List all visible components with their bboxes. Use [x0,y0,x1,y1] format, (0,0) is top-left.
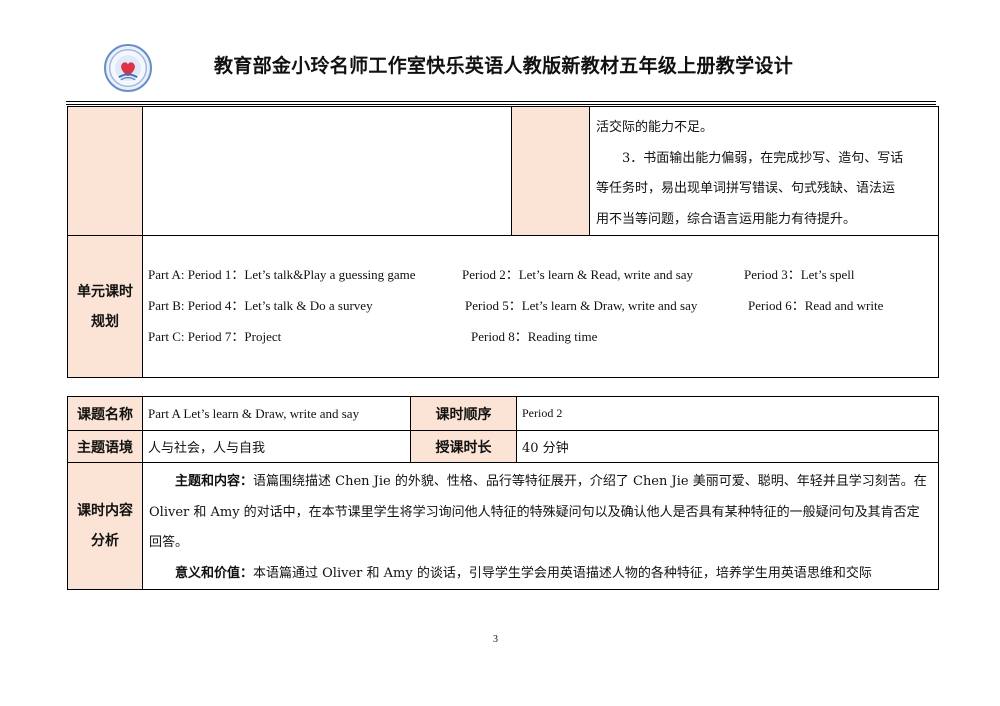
period-8: Period 8：Reading time [471,328,598,344]
page-header: 教育部金小玲名师工作室快乐英语人教版新教材五年级上册教学设计 [0,0,1000,100]
unit-plan-label-line: 单元课时 [77,283,133,300]
theme-row: 主题语境 人与社会，人与自我 授课时长 40 分钟 [67,430,939,463]
continuation-label-cell [67,106,143,236]
period-7: Part C: Period 7：Project [148,328,282,344]
analysis-body: 主题和内容：语篇围绕描述 Chen Jie 的外貌、性格、品行等特征展开，介绍了… [142,462,939,590]
unit-plan-label-line: 规划 [91,313,119,330]
analysis-row: 课时内容 分析 主题和内容：语篇围绕描述 Chen Jie 的外貌、性格、品行等… [67,462,939,590]
order-value: Period 2 [516,396,939,431]
duration-label: 授课时长 [410,430,517,463]
continuation-line: 3．书面输出能力偏弱，在完成抄写、造句、写话 [622,150,904,166]
meaning-text: 本语篇通过 Oliver 和 Amy 的谈话，引导学生学会用英语描述人物的各种特… [253,565,872,581]
period-3: Period 3：Let’s spell [744,266,855,282]
continuation-row: 活交际的能力不足。 3．书面输出能力偏弱，在完成抄写、造句、写话 等任务时，易出… [67,106,939,236]
content-heading: 主题和内容： [175,474,254,489]
continuation-empty-cell [142,106,512,236]
content-text: 语篇围绕描述 Chen Jie 的外貌、性格、品行等特征展开，介绍了 Chen … [149,474,927,550]
unit-table: 活交际的能力不足。 3．书面输出能力偏弱，在完成抄写、造句、写话 等任务时，易出… [67,106,939,378]
theme-value: 人与社会，人与自我 [142,430,411,463]
topic-row: 课题名称 Part A Let’s learn & Draw, write an… [67,396,939,431]
topic-value: Part A Let’s learn & Draw, write and say [142,396,411,431]
header-rule-bottom [66,104,936,105]
meaning-heading: 意义和价值： [175,565,254,581]
period-2: Period 2：Let’s learn & Read, write and s… [462,266,694,282]
continuation-shaded-cell [511,106,590,236]
continuation-line: 用不当等问题，综合语言运用能力有待提升。 [596,211,857,227]
period-1: Part A: Period 1：Let’s talk&Play a guess… [148,266,416,282]
teacher-studio-logo-icon [104,44,152,92]
page-number: 3 [493,634,498,645]
continuation-line: 活交际的能力不足。 [596,120,714,135]
analysis-label: 课时内容 分析 [67,462,143,590]
duration-value: 40 分钟 [516,430,939,463]
analysis-label-line: 分析 [91,533,119,549]
document-title: 教育部金小玲名师工作室快乐英语人教版新教材五年级上册教学设计 [214,55,794,77]
period-4: Part B: Period 4：Let’s talk & Do a surve… [148,297,373,313]
period-6: Period 6：Read and write [748,297,884,313]
lesson-table: 课题名称 Part A Let’s learn & Draw, write an… [67,396,939,590]
unit-plan-row: 单元课时 规划 Part A: Period 1：Let’s talk&Play… [67,235,939,378]
period-5: Period 5：Let’s learn & Draw, write and s… [465,297,698,313]
analysis-label-line: 课时内容 [77,503,133,519]
order-label: 课时顺序 [410,396,517,431]
header-rule-top [66,101,936,102]
topic-label: 课题名称 [67,396,143,431]
unit-plan-body: Part A: Period 1：Let’s talk&Play a guess… [142,235,939,378]
continuation-line: 等任务时，易出现单词拼写错误、句式残缺、语法运 [596,181,896,196]
meaning-paragraph: 意义和价值：本语篇通过 Oliver 和 Amy 的谈话，引导学生学会用英语描述… [149,559,930,590]
continuation-text-cell: 活交际的能力不足。 3．书面输出能力偏弱，在完成抄写、造句、写话 等任务时，易出… [589,106,939,236]
content-paragraph: 主题和内容：语篇围绕描述 Chen Jie 的外貌、性格、品行等特征展开，介绍了… [149,467,930,559]
unit-plan-label: 单元课时 规划 [67,235,143,378]
theme-label: 主题语境 [67,430,143,463]
